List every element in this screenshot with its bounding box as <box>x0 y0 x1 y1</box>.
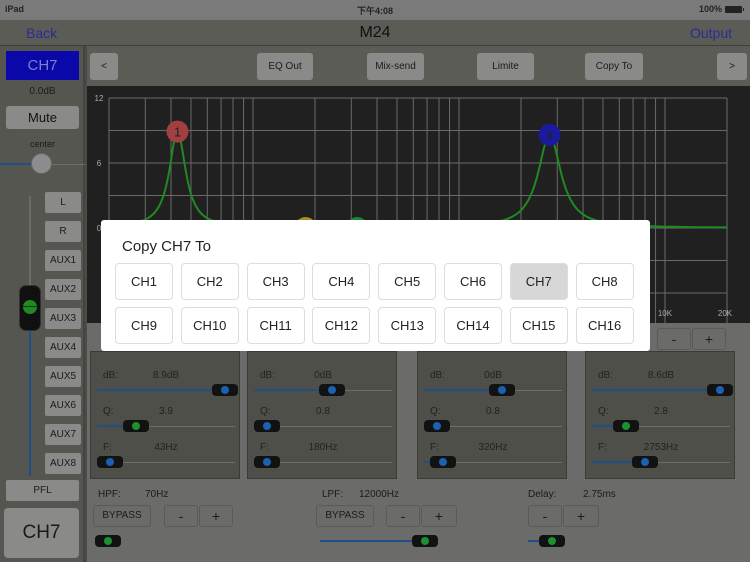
copy-target-ch7[interactable]: CH7 <box>509 263 568 300</box>
copy-target-ch3[interactable]: CH3 <box>246 263 305 300</box>
copy-target-ch4[interactable]: CH4 <box>312 263 371 300</box>
copy-dialog: Copy CH7 To CH1 CH2 CH3 CH4 CH5 CH6 CH7 CH8 CH9 C… <box>101 220 650 351</box>
copy-target-ch6[interactable]: CH6 <box>444 263 502 300</box>
copy-target-ch11[interactable]: CH11 <box>246 307 305 344</box>
copy-target-ch14[interactable]: CH14 <box>444 307 502 344</box>
copy-target-ch16[interactable]: CH16 <box>575 307 634 344</box>
copy-target-ch15[interactable]: CH15 <box>509 307 568 344</box>
screen: iPad 下午4:08 100% Back M24 Output CH7 0.0… <box>0 0 750 562</box>
copy-target-ch13[interactable]: CH13 <box>378 307 437 344</box>
copy-target-ch10[interactable]: CH10 <box>180 307 239 344</box>
copy-target-ch12[interactable]: CH12 <box>312 307 371 344</box>
copy-target-ch8[interactable]: CH8 <box>575 263 634 300</box>
copy-target-ch2[interactable]: CH2 <box>180 263 239 300</box>
copy-target-ch9[interactable]: CH9 <box>115 307 173 344</box>
copy-target-ch5[interactable]: CH5 <box>378 263 437 300</box>
copy-target-ch1[interactable]: CH1 <box>115 263 173 300</box>
dialog-title: Copy CH7 To <box>122 238 211 255</box>
